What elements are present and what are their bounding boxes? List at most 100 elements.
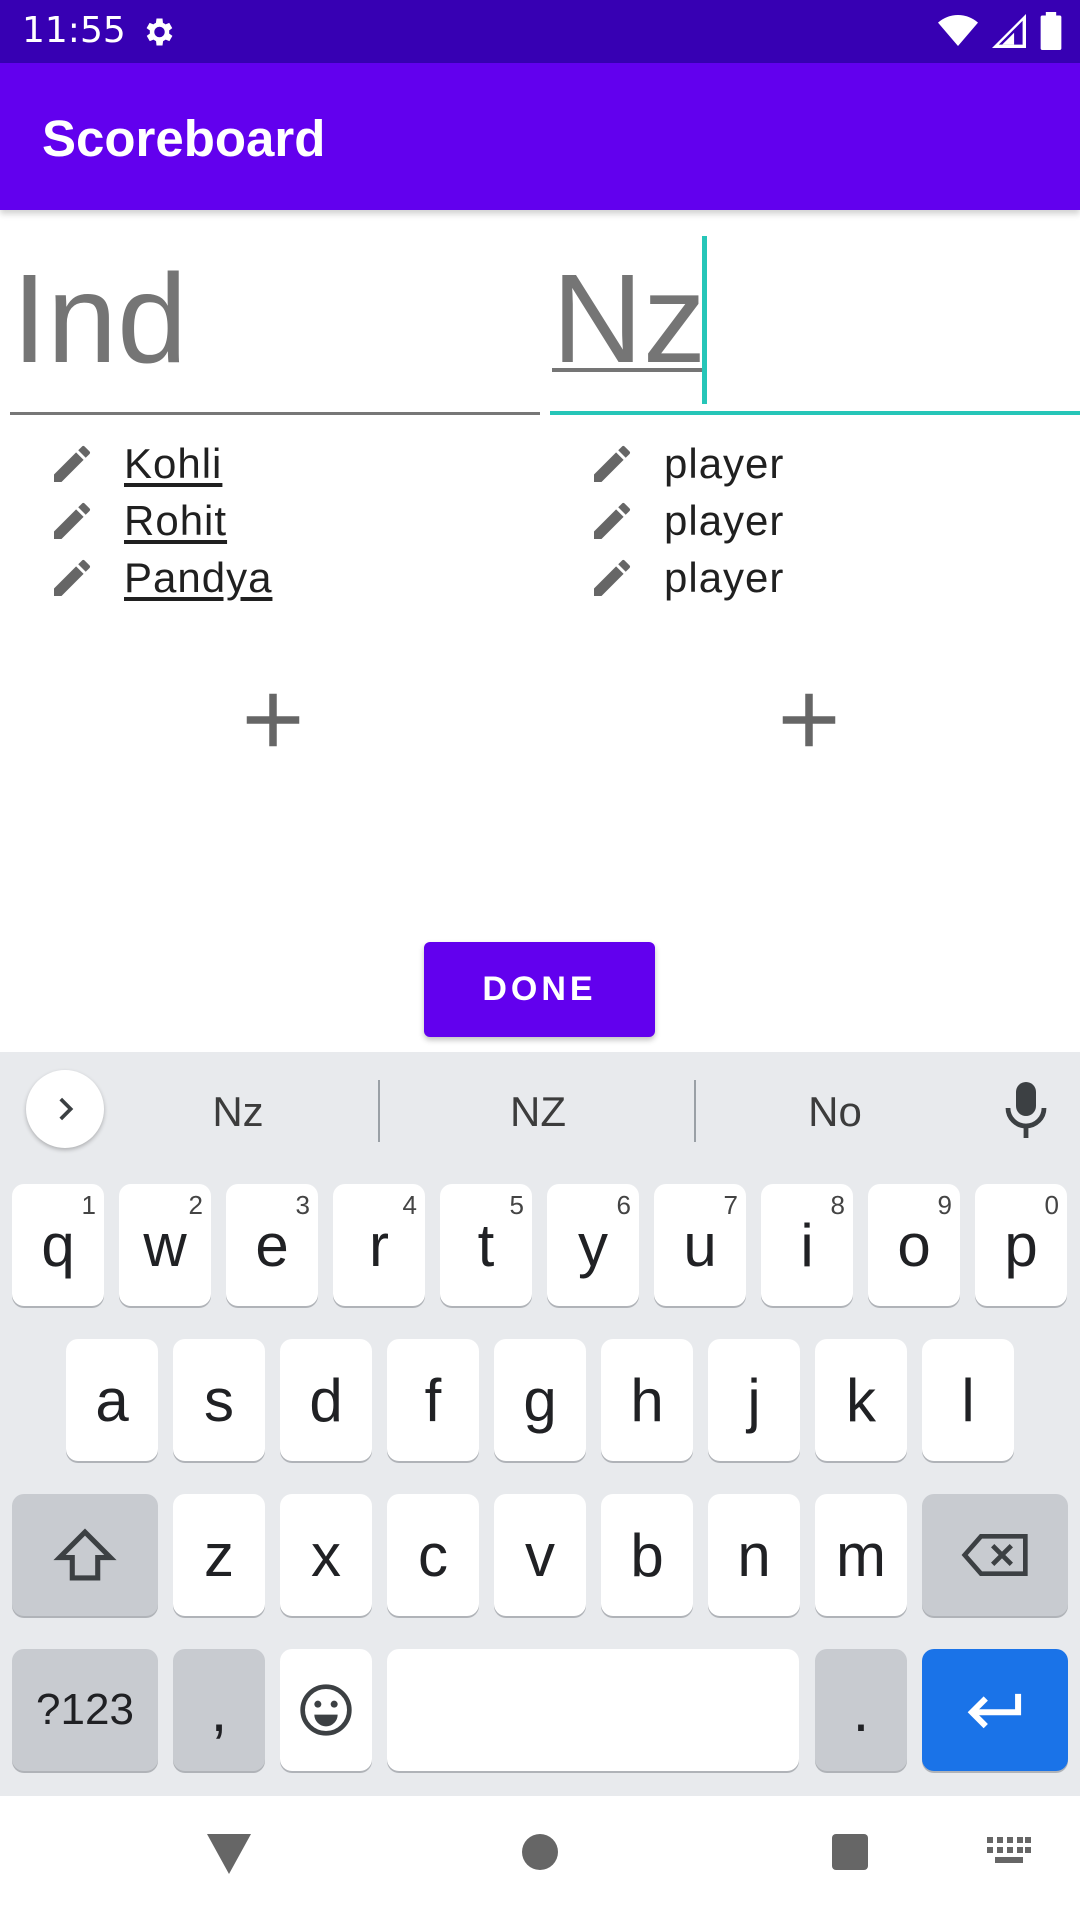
pencil-icon[interactable] [588, 497, 636, 545]
backspace-icon [961, 1534, 1028, 1576]
key-y[interactable]: y6 [547, 1184, 639, 1306]
player-row[interactable]: player [588, 492, 784, 549]
team-name-text: Ind [12, 248, 188, 389]
home-circle-icon[interactable] [520, 1832, 560, 1872]
player-name[interactable]: Pandya [124, 554, 272, 602]
suggestion-item[interactable]: Nz [138, 1088, 338, 1136]
key-v[interactable]: v [494, 1494, 586, 1616]
done-button[interactable]: DONE [424, 942, 655, 1037]
key-c[interactable]: c [387, 1494, 479, 1616]
back-triangle-icon[interactable] [205, 1832, 253, 1876]
key-o[interactable]: o9 [868, 1184, 960, 1306]
suggestion-bar: Nz NZ No [0, 1052, 1080, 1172]
symbols-key[interactable]: ?123 [12, 1649, 158, 1771]
battery-icon [1040, 12, 1062, 50]
key-hint: 3 [295, 1190, 310, 1220]
space-key[interactable] [387, 1649, 799, 1771]
emoji-key[interactable] [280, 1649, 372, 1771]
team-name-input-right[interactable]: Nz [550, 230, 1080, 415]
period-key[interactable]: . [815, 1649, 907, 1771]
key-h[interactable]: h [601, 1339, 693, 1461]
key-e[interactable]: e3 [226, 1184, 318, 1306]
key-q[interactable]: q1 [12, 1184, 104, 1306]
key-d[interactable]: d [280, 1339, 372, 1461]
wifi-icon [938, 15, 978, 46]
key-s[interactable]: s [173, 1339, 265, 1461]
status-bar: 11:55 [0, 0, 1080, 63]
key-a[interactable]: a [66, 1339, 158, 1461]
key-x[interactable]: x [280, 1494, 372, 1616]
backspace-key[interactable] [922, 1494, 1068, 1616]
app-title: Scoreboard [42, 110, 326, 167]
suggestion-divider [378, 1080, 380, 1142]
key-j[interactable]: j [708, 1339, 800, 1461]
suggestion-item[interactable]: NZ [438, 1088, 638, 1136]
enter-arrow-icon [967, 1693, 1022, 1729]
pencil-icon[interactable] [48, 440, 96, 488]
key-letter: r [369, 1211, 389, 1279]
key-b[interactable]: b [601, 1494, 693, 1616]
system-nav-bar [0, 1796, 1080, 1920]
key-letter: i [800, 1211, 814, 1279]
player-row[interactable]: Pandya [48, 549, 272, 606]
key-m[interactable]: m [815, 1494, 907, 1616]
key-letter: y [578, 1211, 608, 1279]
key-z[interactable]: z [173, 1494, 265, 1616]
player-row[interactable]: Rohit [48, 492, 272, 549]
key-k[interactable]: k [815, 1339, 907, 1461]
text-cursor [702, 236, 707, 404]
enter-key[interactable] [922, 1649, 1068, 1771]
key-hint: 7 [723, 1190, 738, 1220]
key-g[interactable]: g [494, 1339, 586, 1461]
key-hint: 2 [188, 1190, 203, 1220]
player-row[interactable]: player [588, 435, 784, 492]
player-name[interactable]: Kohli [124, 440, 222, 488]
key-u[interactable]: u7 [654, 1184, 746, 1306]
cell-signal-icon [992, 14, 1026, 48]
chevron-right-icon [59, 1097, 74, 1121]
pencil-icon[interactable] [588, 440, 636, 488]
key-hint: 4 [402, 1190, 417, 1220]
app-bar: Scoreboard [0, 63, 1080, 210]
key-letter: e [255, 1211, 289, 1279]
key-t[interactable]: t5 [440, 1184, 532, 1306]
team-name-input-left[interactable]: Ind [10, 230, 540, 415]
key-letter: q [41, 1211, 75, 1279]
recents-square-icon[interactable] [830, 1832, 870, 1872]
key-p[interactable]: p0 [975, 1184, 1067, 1306]
player-name[interactable]: Rohit [124, 497, 227, 545]
key-r[interactable]: r4 [333, 1184, 425, 1306]
key-l[interactable]: l [922, 1339, 1014, 1461]
team-column-right: Nz player player player [550, 230, 1080, 747]
player-row[interactable]: Kohli [48, 435, 272, 492]
pencil-icon[interactable] [48, 497, 96, 545]
key-w[interactable]: w2 [119, 1184, 211, 1306]
key-hint: 0 [1044, 1190, 1059, 1220]
pencil-icon[interactable] [588, 554, 636, 602]
suggestion-divider [694, 1080, 696, 1142]
add-player-plus-icon[interactable] [764, 675, 854, 765]
suggestions-expand-button[interactable] [26, 1070, 104, 1148]
key-n[interactable]: n [708, 1494, 800, 1616]
key-letter: p [1004, 1211, 1038, 1279]
microphone-icon[interactable] [1002, 1080, 1050, 1140]
keyboard-switch-icon[interactable] [985, 1834, 1033, 1868]
add-player-plus-icon[interactable] [228, 675, 318, 765]
key-hint: 8 [830, 1190, 845, 1220]
player-name[interactable]: player [664, 497, 784, 545]
key-hint: 5 [509, 1190, 524, 1220]
player-list-left: Kohli Rohit Pandya [48, 435, 272, 606]
shift-arrow-icon [53, 1528, 117, 1581]
key-f[interactable]: f [387, 1339, 479, 1461]
shift-key[interactable] [12, 1494, 158, 1616]
pencil-icon[interactable] [48, 554, 96, 602]
player-row[interactable]: player [588, 549, 784, 606]
player-name[interactable]: player [664, 440, 784, 488]
team-name-text: Nz [552, 248, 706, 389]
key-hint: 6 [616, 1190, 631, 1220]
player-name[interactable]: player [664, 554, 784, 602]
suggestion-item[interactable]: No [735, 1088, 935, 1136]
team-column-left: Ind Kohli Rohit Pandya [10, 230, 540, 747]
key-i[interactable]: i8 [761, 1184, 853, 1306]
comma-key[interactable]: , [173, 1649, 265, 1771]
